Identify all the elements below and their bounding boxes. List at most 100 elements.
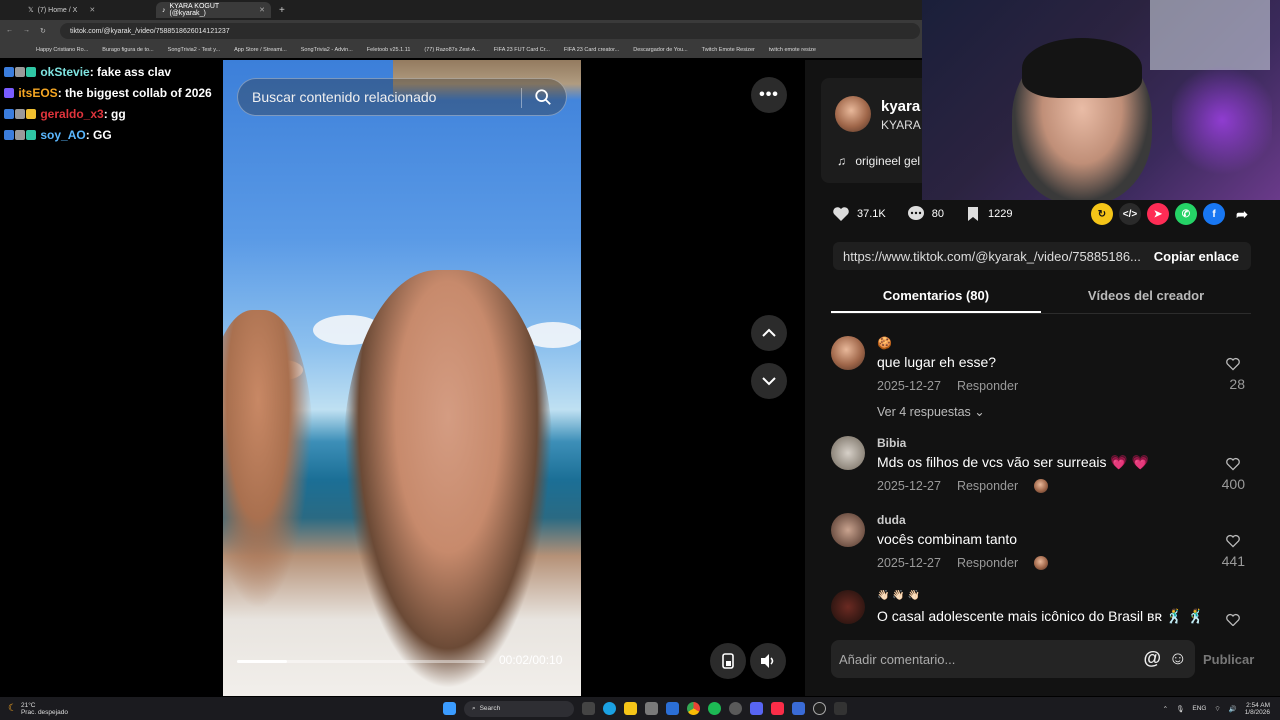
close-icon[interactable]: ✕ (89, 6, 95, 14)
taskbar-search[interactable]: ⌕ Search (463, 700, 574, 717)
comment-item: duda vocês combinam tanto 2025-12-27 Res… (831, 513, 1251, 573)
badge-icon (4, 130, 14, 140)
photos-icon[interactable] (791, 702, 805, 715)
bookmark[interactable]: Burago figura de to... (102, 47, 153, 53)
reload-icon[interactable]: ↻ (40, 27, 46, 35)
bookmark[interactable]: SongTrivia2 - Test y... (168, 47, 220, 53)
wifi-icon[interactable]: ⌔ (1214, 704, 1220, 713)
facebook-icon[interactable]: f (1203, 203, 1225, 225)
bookmark[interactable]: App Store / Streami... (234, 47, 287, 53)
related-search-input[interactable]: Buscar contenido relacionado (237, 78, 567, 116)
whatsapp-icon[interactable]: ✆ (1175, 203, 1197, 225)
weather-widget[interactable]: ☾ 21°C Prac. despejado (8, 702, 68, 716)
clock[interactable]: 2:54 AM 1/8/2026 (1245, 702, 1270, 716)
bookmark[interactable]: twitch emote resize (769, 47, 816, 53)
chrome-icon[interactable] (686, 702, 700, 715)
share-arrow-icon[interactable]: ➦ (1231, 203, 1253, 225)
ellipsis-icon: ••• (759, 86, 779, 103)
chevron-up-icon[interactable]: ⌃ (1163, 705, 1168, 713)
spotify-icon[interactable] (707, 702, 721, 715)
microphone-icon[interactable]: 🎙 (1176, 705, 1184, 713)
heart-icon[interactable] (1225, 356, 1241, 372)
like-button[interactable]: 37.1K (831, 204, 886, 224)
emoji-icon[interactable]: ☺ (1169, 648, 1187, 669)
discord-icon[interactable] (749, 702, 763, 715)
comment-like-count: 28 (1229, 376, 1245, 392)
chat-line: okStevie: fake ass clav (0, 62, 220, 83)
floating-player-button[interactable] (710, 643, 746, 679)
copy-link-button[interactable]: Copiar enlace (1142, 249, 1251, 264)
embed-icon[interactable]: </> (1119, 203, 1141, 225)
mail-icon[interactable] (665, 702, 679, 715)
tab-tiktok[interactable]: ♪ KYARA KOGUT (@kyarak_) ✕ (156, 2, 271, 18)
heart-icon[interactable] (1225, 456, 1241, 472)
chat-username[interactable]: itsEOS (18, 86, 57, 100)
volume-button[interactable] (750, 643, 786, 679)
publish-button[interactable]: Publicar (1203, 652, 1254, 667)
language-indicator[interactable]: ENG (1192, 705, 1206, 712)
repost-icon[interactable]: ↻ (1091, 203, 1113, 225)
commenter-avatar[interactable] (831, 336, 865, 370)
bookmark[interactable]: Feletoob v25.1.11 (367, 47, 411, 53)
bookmark[interactable]: Descargador de You... (633, 47, 687, 53)
commenter-avatar[interactable] (831, 436, 865, 470)
next-video-button[interactable] (751, 363, 787, 399)
commenter-avatar[interactable] (831, 590, 865, 624)
commenter-avatar[interactable] (831, 513, 865, 547)
comment-input[interactable]: Añadir comentario... @ ☺ (831, 640, 1195, 678)
url-field[interactable]: tiktok.com/@kyarak_/video/75885186260141… (60, 23, 920, 39)
tab-creator-videos[interactable]: Vídeos del creador (1041, 280, 1251, 313)
windows-start-icon[interactable] (442, 702, 456, 715)
task-view-icon[interactable] (581, 702, 595, 715)
commenter-name[interactable]: 👋🏻 👋🏻 👋🏻 (877, 590, 920, 601)
bookmark[interactable]: SongTrivia2 - Advin... (301, 47, 353, 53)
bookmark[interactable]: (77) Razo87s Zest-A... (424, 47, 479, 53)
bookmark[interactable]: Happy Cristiano Ro... (36, 47, 88, 53)
bookmark[interactable]: Twitch Emote Resizer (702, 47, 755, 53)
forward-icon[interactable]: → (23, 27, 30, 35)
video-player[interactable]: Buscar contenido relacionado 00:02/00:10 (223, 60, 581, 696)
chat-username[interactable]: geraldo_x3 (40, 107, 103, 121)
heart-icon[interactable] (1225, 612, 1241, 626)
reply-button[interactable]: Responder (957, 379, 1018, 393)
view-replies-button[interactable]: Ver 4 respuestas ⌄ (877, 404, 985, 419)
chat-username[interactable]: okStevie (40, 65, 89, 79)
close-icon[interactable]: ✕ (259, 6, 265, 14)
comment-button[interactable]: 80 (906, 204, 944, 224)
video-progress-bar[interactable] (237, 660, 485, 663)
reply-button[interactable]: Responder (957, 556, 1018, 570)
tab-comments[interactable]: Comentarios (80) (831, 280, 1041, 313)
video-link[interactable]: https://www.tiktok.com/@kyarak_/video/75… (833, 249, 1142, 264)
chat-username[interactable]: soy_AO (40, 128, 85, 142)
heart-icon[interactable] (1225, 533, 1241, 549)
webcam-overlay (922, 0, 1280, 200)
store-icon[interactable] (644, 702, 658, 715)
file-explorer-icon[interactable] (623, 702, 637, 715)
music-row[interactable]: ♫ originеel gel (837, 154, 920, 168)
obs-icon[interactable] (812, 702, 826, 715)
send-to-friends-icon[interactable]: ➤ (1147, 203, 1169, 225)
more-options-button[interactable]: ••• (751, 77, 787, 113)
reply-button[interactable]: Responder (957, 479, 1018, 493)
comment-count: 80 (931, 208, 944, 220)
speaker-icon[interactable]: 🔊 (1229, 705, 1237, 713)
commenter-name[interactable]: duda (877, 513, 906, 527)
tab-x-home[interactable]: 𝕏 (7) Home / X ✕ (22, 2, 156, 18)
commenter-name[interactable]: 🍪 (877, 336, 892, 350)
bookmark[interactable]: FIFA 23 FUT Card Cr... (494, 47, 550, 53)
save-button[interactable]: 1229 (964, 205, 1012, 223)
commenter-name[interactable]: Bibia (877, 436, 906, 450)
app-icon[interactable] (833, 702, 847, 715)
creator-username[interactable]: kyara (881, 98, 920, 115)
search-icon[interactable] (534, 88, 552, 106)
comment-item: Bibia Mds os filhos de vcs vão ser surre… (831, 436, 1251, 496)
new-tab-icon[interactable]: + (279, 5, 285, 16)
bookmark[interactable]: FIFA 23 Card creator... (564, 47, 619, 53)
back-icon[interactable]: ← (6, 27, 13, 35)
creator-avatar[interactable] (835, 96, 871, 132)
xbox-icon[interactable] (728, 702, 742, 715)
mention-button[interactable]: @ (1143, 648, 1161, 669)
music-app-icon[interactable] (770, 702, 784, 715)
previous-video-button[interactable] (751, 315, 787, 351)
edge-icon[interactable] (602, 702, 616, 715)
